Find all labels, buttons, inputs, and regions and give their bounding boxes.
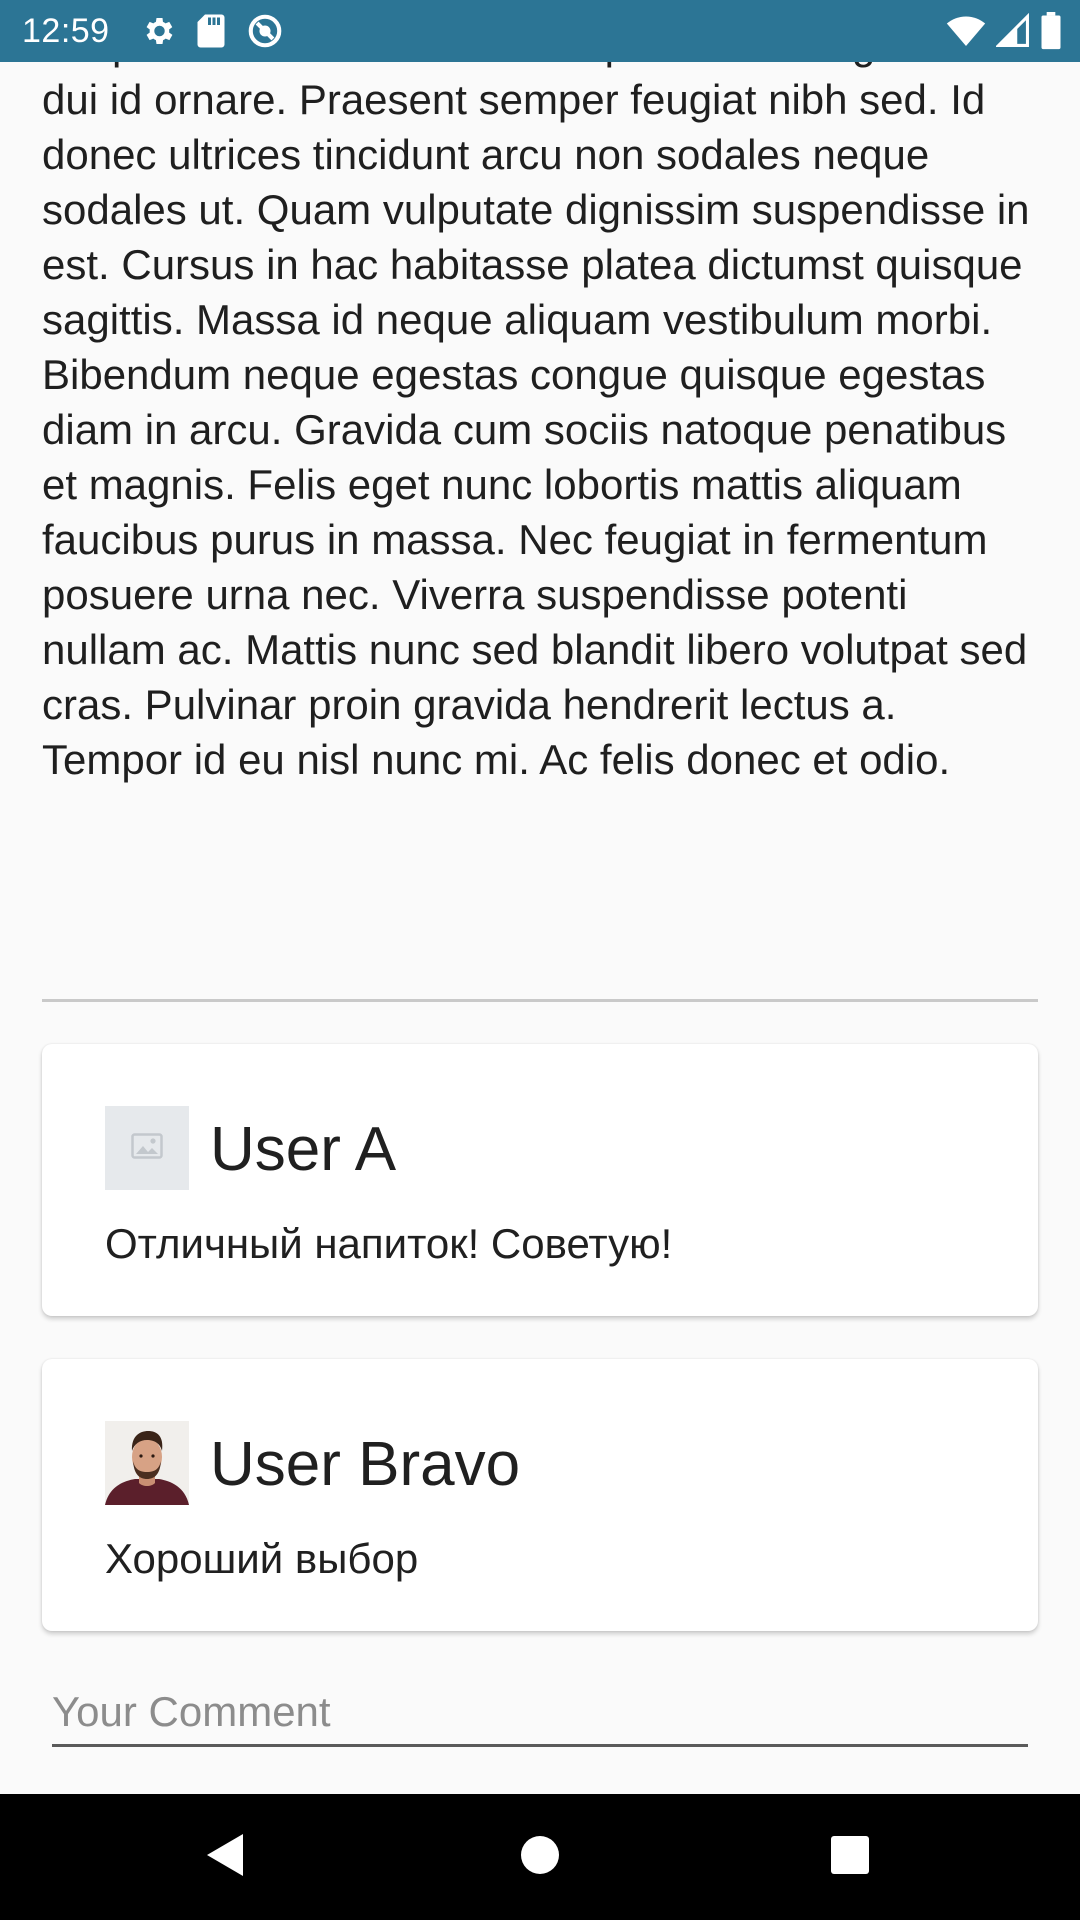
comment-input[interactable] bbox=[52, 1680, 1028, 1747]
home-button[interactable] bbox=[460, 1794, 620, 1920]
avatar bbox=[105, 1421, 189, 1505]
comment-username: User Bravo bbox=[210, 1430, 521, 1499]
wifi-icon bbox=[946, 13, 986, 49]
status-time: 12:59 bbox=[22, 12, 110, 50]
status-bar: 12:59 bbox=[0, 0, 1080, 62]
divider bbox=[42, 999, 1038, 1002]
comment-text: Хороший выбор bbox=[105, 1535, 419, 1582]
back-button[interactable] bbox=[145, 1794, 305, 1920]
status-left-icons bbox=[140, 11, 284, 51]
comment-text: Отличный напиток! Советую! bbox=[105, 1220, 673, 1267]
cell-signal-icon bbox=[996, 13, 1030, 49]
image-placeholder-icon bbox=[131, 1132, 163, 1164]
sd-card-icon bbox=[196, 13, 226, 49]
content-scroll-area[interactable]: tempor id eu. Vel facilisis volutpat est… bbox=[0, 62, 1080, 1794]
home-icon bbox=[520, 1835, 560, 1880]
status-right-icons bbox=[946, 11, 1062, 51]
article-body: tempor id eu. Vel facilisis volutpat est… bbox=[42, 62, 1030, 783]
avatar bbox=[105, 1106, 189, 1190]
back-icon bbox=[205, 1832, 245, 1883]
data-saver-icon bbox=[246, 12, 284, 50]
recents-icon bbox=[830, 1835, 870, 1880]
comment-username: User A bbox=[210, 1115, 397, 1184]
recents-button[interactable] bbox=[770, 1794, 930, 1920]
battery-icon bbox=[1040, 12, 1062, 50]
settings-icon bbox=[140, 13, 176, 49]
comment-card: User A Отличный напиток! Советую! bbox=[42, 1044, 1038, 1316]
user-photo bbox=[105, 1421, 189, 1505]
navigation-bar bbox=[0, 1794, 1080, 1920]
comment-card: User Bravo Хороший выбор bbox=[42, 1359, 1038, 1631]
